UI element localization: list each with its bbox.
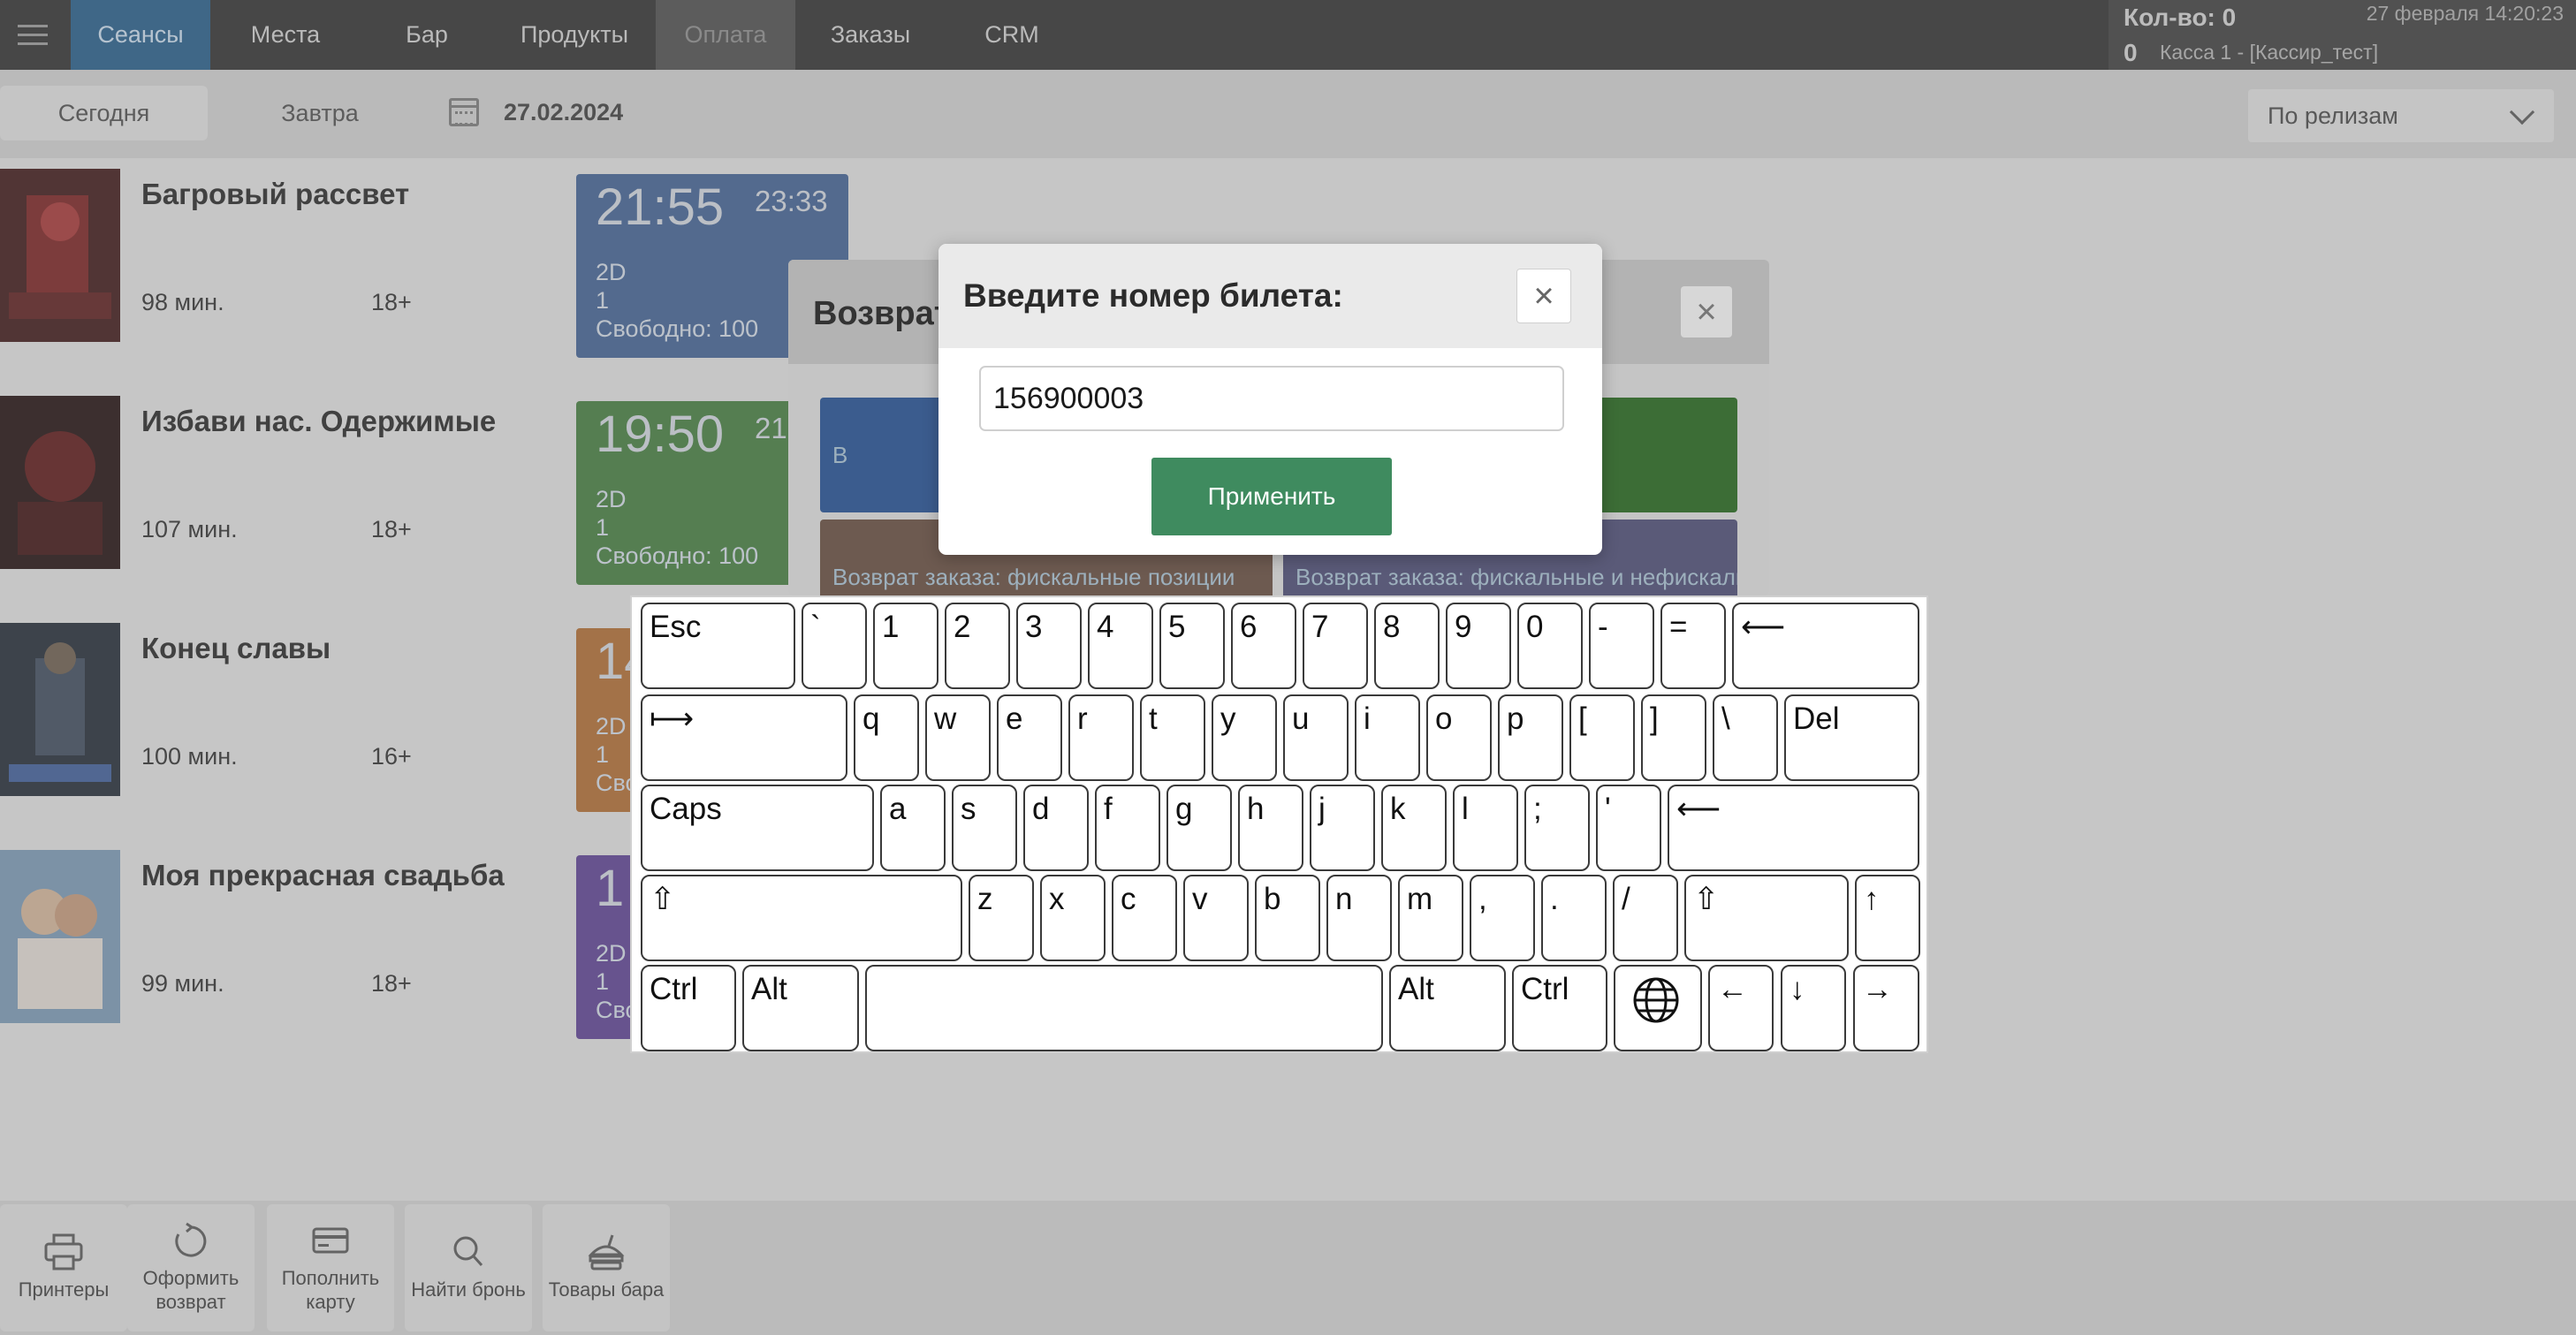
key-v[interactable]: v xyxy=(1183,875,1249,961)
globe-icon xyxy=(1633,977,1679,1023)
key-space[interactable] xyxy=(865,965,1383,1051)
key-h[interactable]: h xyxy=(1238,785,1303,871)
key-slash[interactable]: / xyxy=(1613,875,1678,961)
key-quote[interactable]: ' xyxy=(1596,785,1661,871)
key-2[interactable]: 2 xyxy=(945,603,1010,689)
ticket-number-dialog: Введите номер билета: × Применить xyxy=(938,244,1602,555)
key-right-alt[interactable]: Alt xyxy=(1389,965,1506,1051)
key-k[interactable]: k xyxy=(1381,785,1447,871)
key-equals[interactable]: = xyxy=(1660,603,1726,689)
key-semicolon[interactable]: ; xyxy=(1524,785,1590,871)
key-t[interactable]: t xyxy=(1140,694,1205,781)
key-d[interactable]: d xyxy=(1023,785,1089,871)
key-enter[interactable]: ⟵ xyxy=(1668,785,1919,871)
key-right-shift[interactable]: ⇧ xyxy=(1684,875,1849,961)
key-7[interactable]: 7 xyxy=(1303,603,1368,689)
key-arrow-left[interactable]: ← xyxy=(1708,965,1774,1051)
key-6[interactable]: 6 xyxy=(1231,603,1296,689)
key-tab[interactable]: ⟼ xyxy=(641,694,847,781)
key-e[interactable]: e xyxy=(997,694,1062,781)
key-arrow-down[interactable]: ↓ xyxy=(1781,965,1846,1051)
key-backslash[interactable]: \ xyxy=(1713,694,1778,781)
key-z[interactable]: z xyxy=(969,875,1034,961)
key-right-ctrl[interactable]: Ctrl xyxy=(1512,965,1607,1051)
key-s[interactable]: s xyxy=(952,785,1017,871)
key-left-bracket[interactable]: [ xyxy=(1569,694,1635,781)
key-minus[interactable]: - xyxy=(1589,603,1654,689)
key-o[interactable]: o xyxy=(1426,694,1492,781)
ticket-number-input[interactable] xyxy=(979,366,1564,431)
key-w[interactable]: w xyxy=(925,694,991,781)
key-esc[interactable]: Esc xyxy=(641,603,795,689)
key-del[interactable]: Del xyxy=(1784,694,1919,781)
key-backspace[interactable]: ⟵ xyxy=(1732,603,1919,689)
key-comma[interactable]: , xyxy=(1470,875,1535,961)
key-3[interactable]: 3 xyxy=(1016,603,1082,689)
key-y[interactable]: y xyxy=(1212,694,1277,781)
key-left-shift[interactable]: ⇧ xyxy=(641,875,962,961)
apply-button[interactable]: Применить xyxy=(1151,458,1392,535)
key-q[interactable]: q xyxy=(854,694,919,781)
key-caps[interactable]: Caps xyxy=(641,785,874,871)
key-4[interactable]: 4 xyxy=(1088,603,1153,689)
key-f[interactable]: f xyxy=(1095,785,1160,871)
key-n[interactable]: n xyxy=(1326,875,1392,961)
key-8[interactable]: 8 xyxy=(1374,603,1440,689)
key-1[interactable]: 1 xyxy=(873,603,938,689)
key-left-alt[interactable]: Alt xyxy=(742,965,859,1051)
key-m[interactable]: m xyxy=(1398,875,1463,961)
ticket-dialog-title: Введите номер билета: xyxy=(963,277,1343,314)
close-icon[interactable]: × xyxy=(1681,286,1732,338)
key-c[interactable]: c xyxy=(1112,875,1177,961)
key-left-ctrl[interactable]: Ctrl xyxy=(641,965,736,1051)
key-b[interactable]: b xyxy=(1255,875,1320,961)
key-u[interactable]: u xyxy=(1283,694,1349,781)
return-dialog-title: Возврат xyxy=(813,295,951,332)
key-p[interactable]: p xyxy=(1498,694,1563,781)
key-9[interactable]: 9 xyxy=(1446,603,1511,689)
key-period[interactable]: . xyxy=(1541,875,1607,961)
key-0[interactable]: 0 xyxy=(1517,603,1583,689)
key-backtick[interactable]: ` xyxy=(802,603,867,689)
key-g[interactable]: g xyxy=(1166,785,1232,871)
key-x[interactable]: x xyxy=(1040,875,1106,961)
key-5[interactable]: 5 xyxy=(1159,603,1225,689)
key-right-bracket[interactable]: ] xyxy=(1641,694,1706,781)
key-a[interactable]: a xyxy=(880,785,946,871)
key-i[interactable]: i xyxy=(1355,694,1420,781)
key-arrow-right[interactable]: → xyxy=(1853,965,1919,1051)
key-language[interactable] xyxy=(1614,965,1702,1051)
close-icon[interactable]: × xyxy=(1516,269,1571,323)
on-screen-keyboard: Esc ` 1 2 3 4 5 6 7 8 9 0 - = ⟵ ⟼ q w e … xyxy=(630,595,1928,1053)
key-j[interactable]: j xyxy=(1310,785,1375,871)
ticket-dialog-header: Введите номер билета: × xyxy=(938,244,1602,348)
key-r[interactable]: r xyxy=(1068,694,1134,781)
key-arrow-up[interactable]: ↑ xyxy=(1855,875,1920,961)
key-l[interactable]: l xyxy=(1453,785,1518,871)
